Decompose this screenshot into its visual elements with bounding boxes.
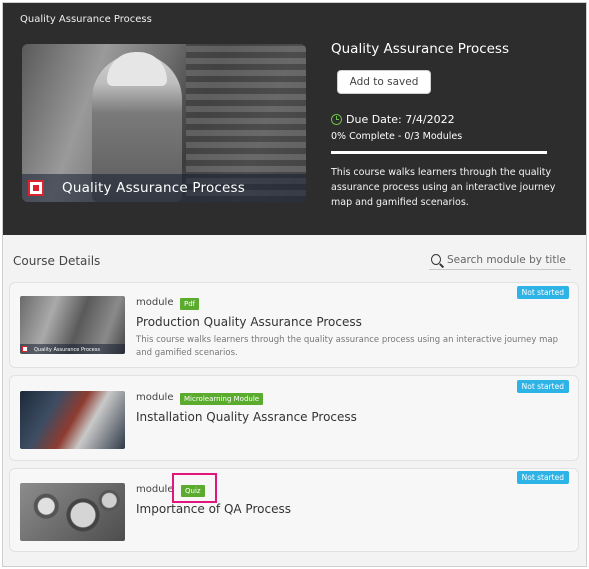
module-thumbnail — [20, 391, 125, 449]
search-icon[interactable] — [431, 254, 441, 265]
status-badge: Not started — [516, 471, 569, 484]
module-card-2[interactable]: module Microlearning Module Installation… — [9, 375, 579, 461]
progress-bar-fill — [331, 151, 547, 154]
module-type-badge: Microlearning Module — [180, 393, 264, 405]
module-card-1[interactable]: Quality Assurance Process module Pdf Pro… — [9, 282, 579, 368]
status-badge: Not started — [516, 380, 569, 393]
logo-icon — [28, 180, 44, 196]
course-description: This course walks learners through the q… — [331, 167, 556, 208]
search-input[interactable] — [447, 253, 571, 266]
module-title[interactable]: Importance of QA Process — [136, 502, 291, 516]
module-thumbnail — [20, 483, 125, 541]
image-caption: Quality Assurance Process — [62, 180, 245, 196]
clock-icon — [331, 114, 342, 125]
due-date: Due Date: 7/4/2022 — [331, 113, 455, 126]
logo-icon — [22, 346, 28, 352]
progress-text: 0% Complete - 0/3 Modules — [331, 131, 463, 142]
module-search — [429, 250, 571, 270]
module-type-label: module — [136, 297, 174, 308]
course-header: Quality Assurance Process Quality Assura… — [3, 3, 586, 235]
status-badge: Not started — [516, 286, 569, 299]
module-type-label: module — [136, 392, 174, 403]
module-type-label: module — [136, 484, 174, 495]
thumb-caption: Quality Assurance Process — [34, 347, 100, 353]
module-card-3[interactable]: module Quiz Importance of QA Process Not… — [9, 468, 579, 552]
add-to-saved-button[interactable]: Add to saved — [337, 70, 431, 94]
highlight-box — [172, 473, 217, 503]
header-small-title: Quality Assurance Process — [20, 14, 152, 25]
module-thumbnail: Quality Assurance Process — [20, 296, 125, 354]
module-type-badge: Pdf — [180, 298, 200, 310]
course-title: Quality Assurance Process — [331, 41, 509, 57]
course-page: Quality Assurance Process Quality Assura… — [2, 2, 587, 567]
module-description: This course walks learners through the q… — [136, 335, 559, 358]
module-title[interactable]: Installation Quality Assrance Process — [136, 410, 357, 424]
module-title[interactable]: Production Quality Assurance Process — [136, 315, 362, 329]
progress-bar — [331, 151, 547, 154]
course-details-heading: Course Details — [13, 254, 101, 268]
due-date-text: Due Date: 7/4/2022 — [346, 113, 455, 126]
course-hero-image: Quality Assurance Process — [22, 44, 306, 202]
helmet-graphic — [107, 52, 167, 86]
